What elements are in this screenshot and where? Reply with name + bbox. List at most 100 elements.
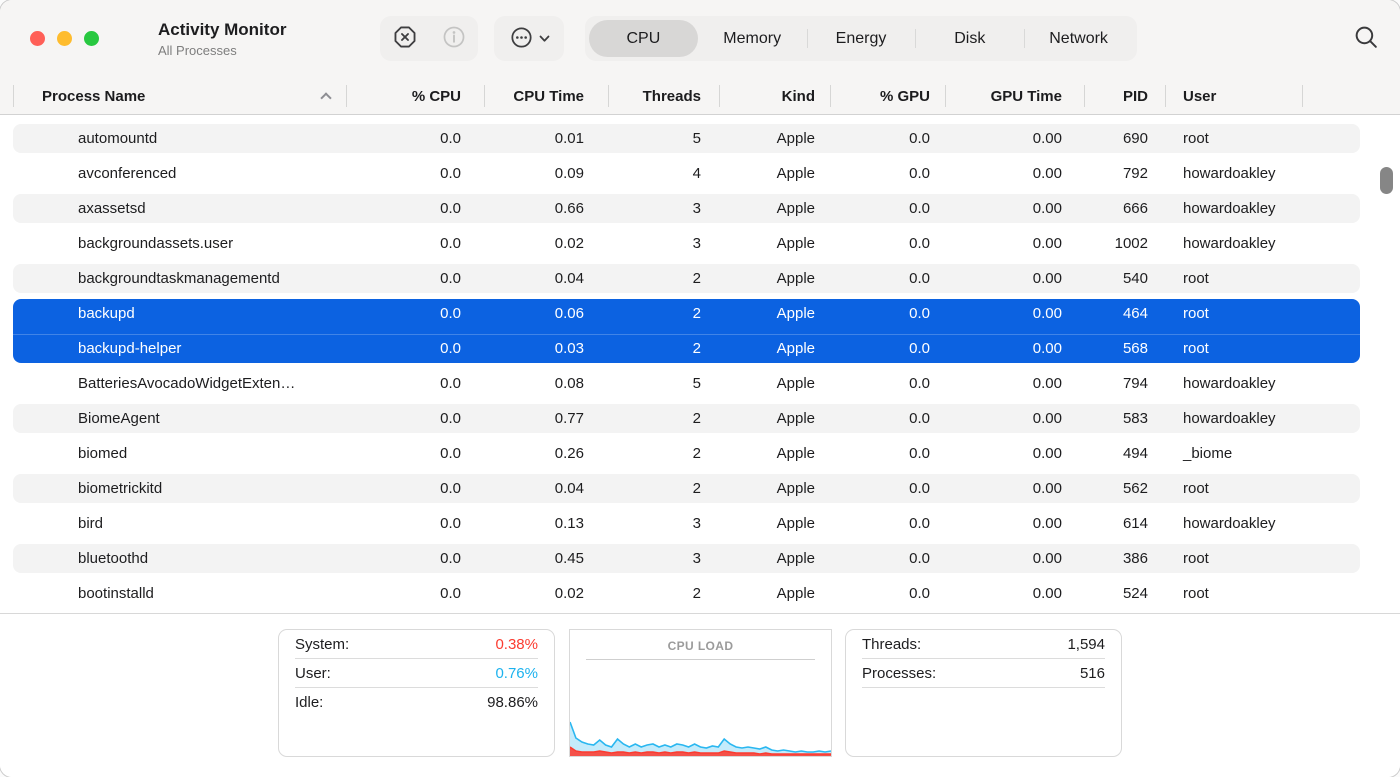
process-row-biomed[interactable]: biomed0.00.262Apple0.00.00494_biome [13, 439, 1360, 468]
cell-gpu: 0.0 [830, 439, 945, 468]
column-header-pid[interactable]: PID [1084, 78, 1165, 114]
tab-disk[interactable]: Disk [915, 20, 1024, 57]
cell-gpu: 0.0 [830, 544, 945, 573]
process-row-BatteriesAvocadoWidgetExten…[interactable]: BatteriesAvocadoWidgetExten…0.00.085Appl… [13, 369, 1360, 398]
cell-name: bluetoothd [13, 544, 346, 573]
cell-gpu: 0.0 [830, 264, 945, 293]
cell-cpu_time: 0.03 [484, 334, 608, 363]
search-button[interactable] [1348, 22, 1384, 56]
cell-name: backupd [13, 299, 346, 328]
process-row-avconferenced[interactable]: avconferenced0.00.094Apple0.00.00792howa… [13, 159, 1360, 188]
cell-cpu: 0.0 [346, 509, 484, 538]
process-row-axassetsd[interactable]: axassetsd0.00.663Apple0.00.00666howardoa… [13, 194, 1360, 223]
cell-name: biometrickitd [13, 474, 346, 503]
process-row-backgroundassets.user[interactable]: backgroundassets.user0.00.023Apple0.00.0… [13, 229, 1360, 258]
column-header-name[interactable]: Process Name [13, 78, 346, 114]
cell-gpu_time: 0.00 [945, 369, 1084, 398]
process-row-biometrickitd[interactable]: biometrickitd0.00.042Apple0.00.00562root [13, 474, 1360, 503]
cell-threads: 3 [608, 229, 719, 258]
cell-gpu: 0.0 [830, 334, 945, 363]
process-row-BiomeAgent[interactable]: BiomeAgent0.00.772Apple0.00.00583howardo… [13, 404, 1360, 433]
column-header-cpu[interactable]: % CPU [346, 78, 484, 114]
column-header-threads[interactable]: Threads [608, 78, 719, 114]
window-title: Activity Monitor [158, 20, 286, 40]
cell-pid: 464 [1084, 299, 1165, 328]
process-row-bird[interactable]: bird0.00.133Apple0.00.00614howardoakley [13, 509, 1360, 538]
cell-kind: Apple [719, 299, 830, 328]
cell-cpu: 0.0 [346, 159, 484, 188]
cell-pid: 792 [1084, 159, 1165, 188]
cell-kind: Apple [719, 124, 830, 153]
cell-user: root [1165, 299, 1302, 328]
process-row-bluetoothd[interactable]: bluetoothd0.00.453Apple0.00.00386root [13, 544, 1360, 573]
cell-pid: 583 [1084, 404, 1165, 433]
activity-monitor-window: Activity Monitor All Processes [0, 0, 1400, 777]
cell-cpu: 0.0 [346, 579, 484, 608]
process-row-backupd-helper[interactable]: backupd-helper0.00.032Apple0.00.00568roo… [13, 334, 1360, 363]
process-row-automountd[interactable]: automountd0.00.015Apple0.00.00690root [13, 124, 1360, 153]
cell-user: root [1165, 474, 1302, 503]
cell-gpu_time: 0.00 [945, 124, 1084, 153]
header-spacer [1302, 78, 1360, 114]
cell-cpu: 0.0 [346, 404, 484, 433]
tab-label: Network [1049, 30, 1108, 48]
cell-gpu: 0.0 [830, 299, 945, 328]
cell-threads: 2 [608, 474, 719, 503]
tab-network[interactable]: Network [1024, 20, 1133, 57]
cell-pid: 794 [1084, 369, 1165, 398]
column-label: % CPU [412, 88, 461, 105]
column-header-cpu_time[interactable]: CPU Time [484, 78, 608, 114]
cell-gpu: 0.0 [830, 579, 945, 608]
cell-user: root [1165, 334, 1302, 363]
cell-cpu: 0.0 [346, 299, 484, 328]
column-label: % GPU [880, 88, 930, 105]
column-header-user[interactable]: User [1165, 78, 1302, 114]
cell-pid: 494 [1084, 439, 1165, 468]
column-header-gpu_time[interactable]: GPU Time [945, 78, 1084, 114]
cell-kind: Apple [719, 509, 830, 538]
cell-gpu: 0.0 [830, 509, 945, 538]
cell-user: howardoakley [1165, 404, 1302, 433]
cell-kind: Apple [719, 159, 830, 188]
stat-label: User: [295, 665, 331, 682]
scrollbar-thumb[interactable] [1380, 167, 1393, 194]
stat-row: Idle: 98.86% [295, 688, 538, 717]
tab-energy[interactable]: Energy [807, 20, 916, 57]
tab-cpu[interactable]: CPU [589, 20, 698, 57]
cell-kind: Apple [719, 194, 830, 223]
cell-pid: 614 [1084, 509, 1165, 538]
stat-label: Threads: [862, 636, 921, 653]
column-header-kind[interactable]: Kind [719, 78, 830, 114]
cell-kind: Apple [719, 334, 830, 363]
tab-memory[interactable]: Memory [698, 20, 807, 57]
process-count-stats: Threads: 1,594 Processes: 516 [845, 629, 1122, 757]
process-action-group [380, 16, 478, 61]
cell-cpu: 0.0 [346, 334, 484, 363]
cell-cpu: 0.0 [346, 194, 484, 223]
cell-pid: 386 [1084, 544, 1165, 573]
cell-pid: 568 [1084, 334, 1165, 363]
cell-name: biomed [13, 439, 346, 468]
cell-gpu_time: 0.00 [945, 404, 1084, 433]
tab-label: Memory [723, 30, 781, 48]
cell-cpu_time: 0.26 [484, 439, 608, 468]
cell-user: howardoakley [1165, 509, 1302, 538]
inspect-process-button[interactable] [429, 16, 478, 61]
window-controls [30, 31, 99, 46]
more-options-button[interactable] [494, 16, 564, 61]
process-row-backgroundtaskmanagementd[interactable]: backgroundtaskmanagementd0.00.042Apple0.… [13, 264, 1360, 293]
process-row-bootinstalld[interactable]: bootinstalld0.00.022Apple0.00.00524root [13, 579, 1360, 608]
minimize-button[interactable] [57, 31, 72, 46]
stop-process-button[interactable] [380, 16, 429, 61]
cell-user: howardoakley [1165, 229, 1302, 258]
cell-gpu_time: 0.00 [945, 159, 1084, 188]
cell-user: howardoakley [1165, 159, 1302, 188]
close-button[interactable] [30, 31, 45, 46]
cell-name: axassetsd [13, 194, 346, 223]
tab-label: CPU [627, 30, 661, 48]
column-header-gpu[interactable]: % GPU [830, 78, 945, 114]
process-row-backupd[interactable]: backupd0.00.062Apple0.00.00464root [13, 299, 1360, 328]
cell-gpu_time: 0.00 [945, 544, 1084, 573]
zoom-button[interactable] [84, 31, 99, 46]
stat-row: Threads: 1,594 [862, 630, 1105, 659]
